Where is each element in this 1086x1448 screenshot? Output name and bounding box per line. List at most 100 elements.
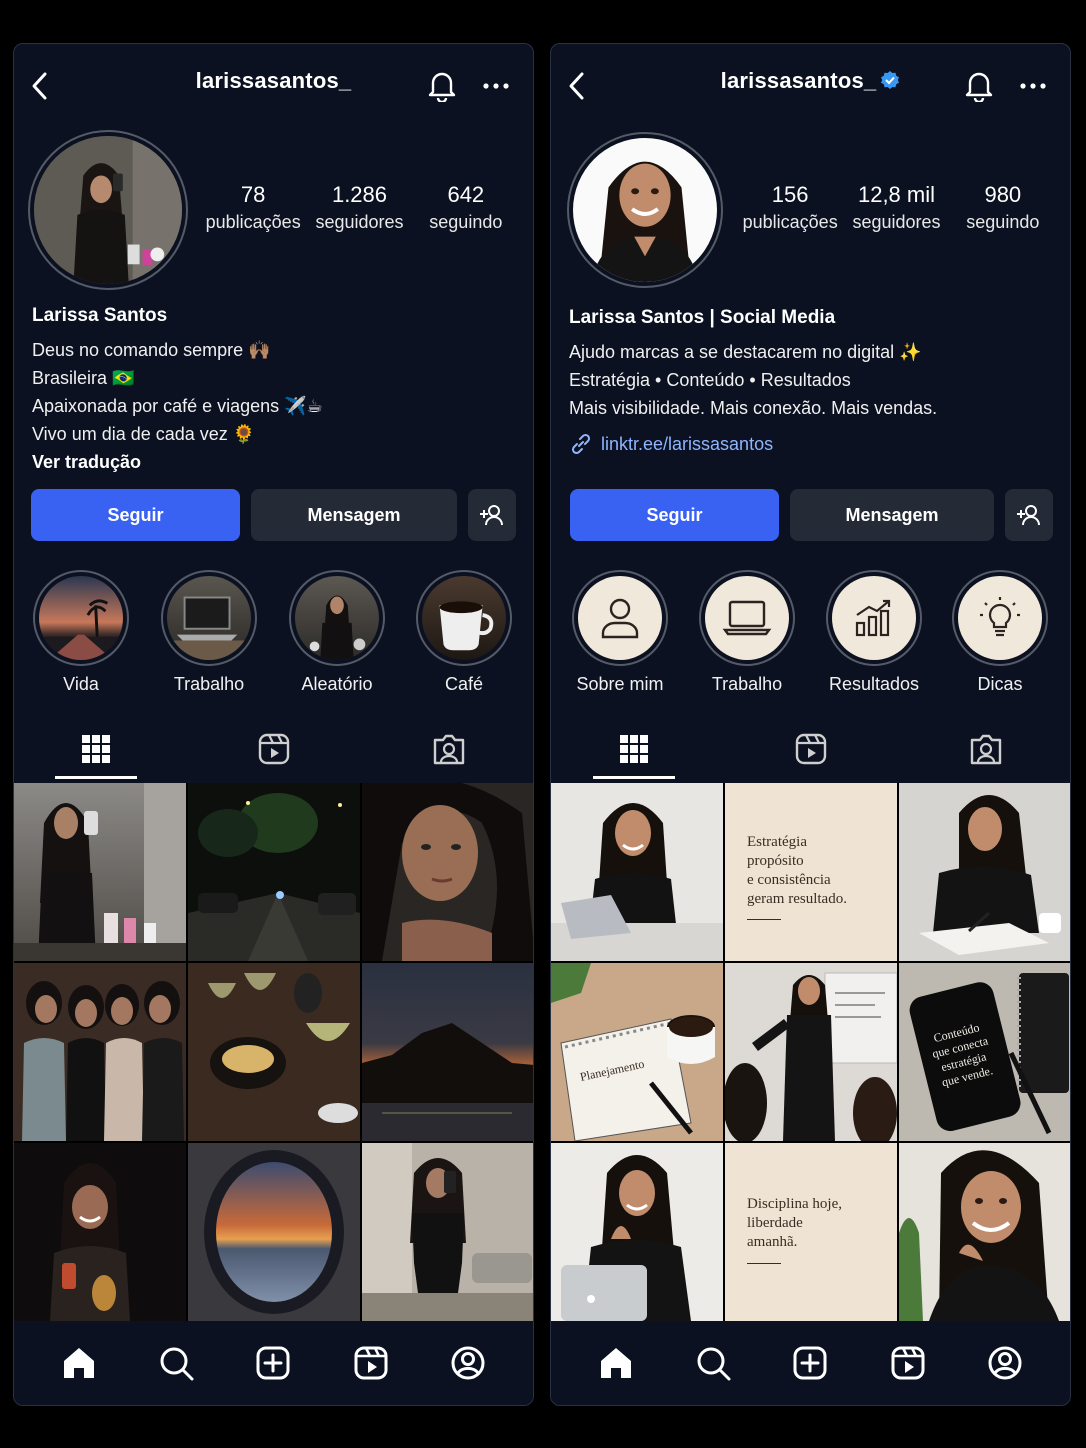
post-thumbnail[interactable] (899, 783, 1070, 961)
followers-count[interactable]: 12,8 mil seguidores (843, 182, 949, 233)
more-icon[interactable] (483, 82, 509, 90)
reels-icon[interactable] (257, 732, 291, 766)
active-tab-indicator (593, 776, 675, 779)
suggest-people-button[interactable] (1005, 489, 1053, 541)
profile-icon[interactable] (986, 1344, 1024, 1382)
post-thumbnail[interactable] (362, 783, 533, 961)
highlight-trabalho[interactable]: Trabalho (159, 570, 259, 695)
bio-line: Mais visibilidade. Mais conexão. Mais ve… (569, 398, 938, 418)
followers-count[interactable]: 1.286 seguidores (306, 182, 412, 233)
profile-stats: 156 publicações 12,8 mil seguidores 980 seg… (737, 182, 1056, 233)
home-icon[interactable] (60, 1344, 98, 1382)
profile-tabs (14, 724, 533, 780)
bio-link[interactable]: linktr.ee/larissasantos (569, 432, 1056, 456)
bio-link-text[interactable]: linktr.ee/larissasantos (601, 434, 773, 455)
reels-icon[interactable] (794, 732, 828, 766)
bio: Larissa Santos Deus no comando sempre 🙌🏽… (32, 305, 519, 476)
post-quote[interactable]: Disciplina hoje, liberdade amanhã. (725, 1143, 897, 1321)
post-thumbnail[interactable] (362, 963, 533, 1141)
post-thumbnail[interactable] (551, 783, 723, 961)
following-count[interactable]: 980 seguindo (950, 182, 1056, 233)
highlight-label: Dicas (977, 674, 1023, 694)
bio-line: Brasileira 🇧🇷 (32, 368, 135, 388)
avatar[interactable] (28, 130, 188, 290)
laptop-icon (722, 600, 772, 636)
highlight-label: Sobre mim (576, 674, 664, 694)
bell-icon[interactable] (427, 68, 457, 102)
reels-icon[interactable] (352, 1344, 390, 1382)
create-icon[interactable] (254, 1344, 292, 1382)
post-phone-quote[interactable]: Conteúdo que conecta estratégia que vende. (899, 963, 1070, 1141)
active-tab-indicator (55, 776, 137, 779)
posts-count[interactable]: 78 publicações (200, 182, 306, 233)
profile-screen-personal: larissasantos_ 78 publicações 1.286 seguid… (13, 43, 534, 1406)
post-thumbnail[interactable] (362, 1143, 533, 1321)
profile-tabs (551, 724, 1070, 780)
highlight-label: Aleatório (301, 674, 373, 694)
post-thumbnail[interactable] (14, 783, 186, 961)
bio-line: Estratégia • Conteúdo • Resultados (569, 370, 851, 390)
posts-count[interactable]: 156 publicações (737, 182, 843, 233)
highlight-aleatorio[interactable]: Aleatório (287, 570, 387, 695)
post-thumbnail[interactable] (14, 1143, 186, 1321)
highlight-resultados[interactable]: Resultados (824, 570, 924, 695)
bio-line: Deus no comando sempre 🙌🏽 (32, 340, 271, 360)
message-button[interactable]: Mensagem (251, 489, 457, 541)
bottom-nav (551, 1321, 1070, 1405)
suggest-people-button[interactable] (468, 489, 516, 541)
follow-button[interactable]: Seguir (570, 489, 779, 541)
highlight-label: Trabalho (173, 674, 245, 694)
quote-divider (747, 1263, 781, 1264)
bell-icon[interactable] (964, 68, 994, 102)
highlight-dicas[interactable]: Dicas (950, 570, 1050, 695)
bio-line: Ajudo marcas a se destacarem no digital … (569, 342, 922, 362)
quote-divider (747, 919, 781, 920)
highlight-vida[interactable]: Vida (31, 570, 131, 695)
home-icon[interactable] (597, 1344, 635, 1382)
tagged-icon[interactable] (969, 732, 1003, 766)
follow-button[interactable]: Seguir (31, 489, 240, 541)
post-thumbnail[interactable]: Planejamento (551, 963, 723, 1141)
more-icon[interactable] (1020, 82, 1046, 90)
top-bar: larissasantos_ (551, 44, 1070, 124)
display-name: Larissa Santos | Social Media (569, 307, 836, 328)
post-thumbnail[interactable] (899, 1143, 1070, 1321)
message-button[interactable]: Mensagem (790, 489, 994, 541)
bio-line: Vivo um dia de cada vez 🌻 (32, 424, 256, 444)
search-icon[interactable] (694, 1344, 732, 1382)
top-bar: larissasantos_ (14, 44, 533, 124)
profile-icon[interactable] (449, 1344, 487, 1382)
highlight-label: Café (444, 674, 484, 694)
highlight-sobre-mim[interactable]: Sobre mim (570, 570, 670, 695)
chart-icon (855, 599, 891, 637)
grid-icon[interactable] (617, 732, 651, 766)
profile-screen-professional: larissasantos_ 156 publicações 12,8 mil se… (550, 43, 1071, 1406)
search-icon[interactable] (157, 1344, 195, 1382)
posts-grid (14, 783, 533, 1323)
post-thumbnail[interactable] (551, 1143, 723, 1321)
bio: Larissa Santos | Social Media Ajudo marc… (569, 307, 1056, 456)
post-thumbnail[interactable] (188, 1143, 360, 1321)
avatar[interactable] (567, 132, 723, 288)
tagged-icon[interactable] (432, 732, 466, 766)
quote-text: Estratégia propósito e consistência geram r… (747, 834, 847, 907)
post-thumbnail[interactable] (188, 783, 360, 961)
link-icon (571, 433, 591, 455)
post-thumbnail[interactable] (14, 963, 186, 1141)
person-icon (601, 598, 639, 639)
following-count[interactable]: 642 seguindo (413, 182, 519, 233)
reels-icon[interactable] (889, 1344, 927, 1382)
posts-grid: Estratégia propósito e consistência geram r… (551, 783, 1070, 1323)
grid-icon[interactable] (79, 732, 113, 766)
quote-text: Disciplina hoje, liberdade amanhã. (747, 1196, 842, 1250)
bio-line: Apaixonada por café e viagens ✈️☕ (32, 396, 323, 416)
post-thumbnail[interactable] (188, 963, 360, 1141)
add-person-icon (1017, 505, 1040, 526)
post-thumbnail[interactable] (725, 963, 897, 1141)
create-icon[interactable] (791, 1344, 829, 1382)
see-translation-link[interactable]: Ver tradução (32, 448, 519, 476)
lightbulb-icon (980, 597, 1020, 637)
highlight-trabalho[interactable]: Trabalho (697, 570, 797, 695)
highlight-cafe[interactable]: Café (414, 570, 514, 695)
post-quote[interactable]: Estratégia propósito e consistência geram r… (725, 783, 897, 961)
